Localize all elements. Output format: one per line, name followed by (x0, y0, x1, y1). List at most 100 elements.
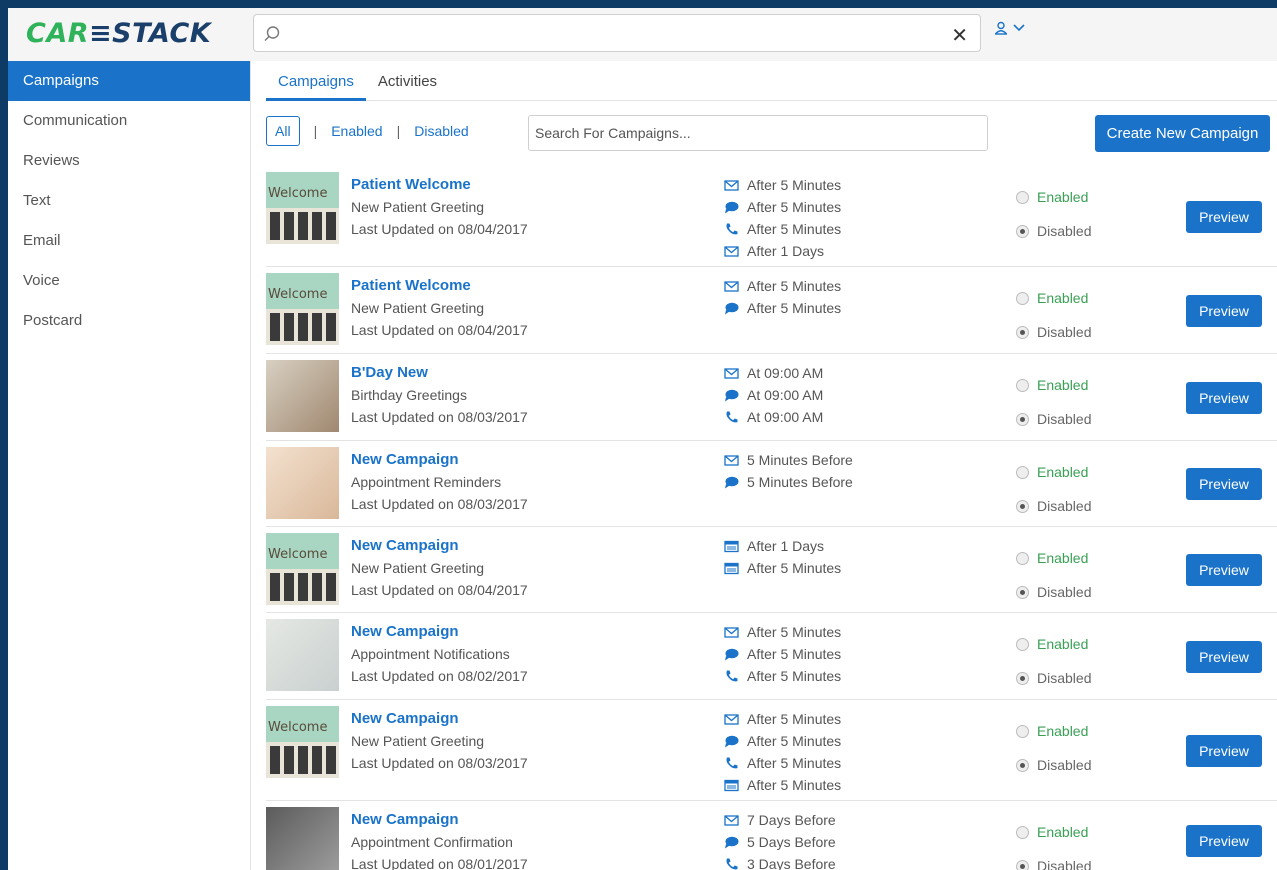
user-menu[interactable] (994, 21, 1025, 35)
radio-button[interactable] (1016, 378, 1029, 392)
campaign-title-link[interactable]: Patient Welcome (351, 275, 528, 297)
campaign-title-link[interactable]: New Campaign (351, 449, 528, 471)
global-search-input[interactable]: ✕ (253, 14, 981, 52)
sidebar-item-campaigns[interactable]: Campaigns (8, 61, 250, 101)
radio-button[interactable] (1016, 671, 1029, 685)
filter-enabled-link[interactable]: Enabled (331, 123, 382, 139)
sidebar-item-text[interactable]: Text (8, 181, 250, 221)
schedule-text: After 5 Minutes (747, 624, 842, 640)
email-icon (724, 813, 747, 828)
enabled-radio[interactable]: Enabled (1016, 180, 1091, 214)
sidebar-item-reviews[interactable]: Reviews (8, 141, 250, 181)
preview-button[interactable]: Preview (1186, 554, 1262, 586)
email-icon (724, 453, 747, 468)
chat-icon (724, 475, 747, 490)
phone-icon (724, 410, 747, 425)
disabled-radio[interactable]: Disabled (1016, 748, 1091, 782)
thumbnail-caption: Welcome (268, 287, 328, 302)
sidebar-item-communication[interactable]: Communication (8, 101, 250, 141)
campaign-title-link[interactable]: B'Day New (351, 362, 528, 384)
enabled-radio[interactable]: Enabled (1016, 714, 1091, 748)
filter-disabled-link[interactable]: Disabled (414, 123, 468, 139)
radio-button[interactable] (1016, 859, 1029, 870)
campaign-title-link[interactable]: Patient Welcome (351, 174, 528, 196)
radio-button[interactable] (1016, 724, 1029, 738)
campaign-last-updated: Last Updated on 08/03/2017 (351, 755, 528, 771)
schedule-text: 5 Minutes Before (747, 474, 853, 490)
disabled-radio[interactable]: Disabled (1016, 489, 1091, 523)
radio-button[interactable] (1016, 825, 1029, 839)
campaign-last-updated: Last Updated on 08/04/2017 (351, 221, 528, 237)
preview-button[interactable]: Preview (1186, 825, 1262, 857)
thumbnail-caption: Welcome (268, 547, 328, 562)
preview-button[interactable]: Preview (1186, 382, 1262, 414)
campaign-title-link[interactable]: New Campaign (351, 535, 528, 557)
preview-button[interactable]: Preview (1186, 641, 1262, 673)
filter-bar: All | Enabled | Disabled (266, 115, 469, 147)
enabled-radio[interactable]: Enabled (1016, 368, 1091, 402)
preview-button[interactable]: Preview (1186, 468, 1262, 500)
campaign-title-link[interactable]: New Campaign (351, 809, 528, 831)
tab-activities[interactable]: Activities (366, 61, 449, 101)
radio-button[interactable] (1016, 551, 1029, 565)
close-icon[interactable]: ✕ (951, 23, 968, 48)
preview-button[interactable]: Preview (1186, 201, 1262, 233)
radio-button[interactable] (1016, 465, 1029, 479)
radio-button[interactable] (1016, 291, 1029, 305)
schedule-item: After 5 Minutes (724, 218, 841, 240)
enabled-radio[interactable]: Enabled (1016, 541, 1091, 575)
campaign-type: New Patient Greeting (351, 199, 485, 215)
create-new-campaign-button[interactable]: Create New Campaign (1095, 115, 1270, 152)
disabled-label: Disabled (1037, 324, 1092, 340)
radio-button[interactable] (1016, 637, 1029, 651)
filter-all-button[interactable]: All (266, 116, 300, 146)
disabled-radio[interactable]: Disabled (1016, 402, 1091, 436)
radio-button[interactable] (1016, 758, 1029, 772)
disabled-label: Disabled (1037, 223, 1092, 239)
app-window: CAR≡STACK ✕ Campaigns Communication Review… (8, 8, 1277, 870)
radio-button[interactable] (1016, 224, 1029, 238)
radio-button[interactable] (1016, 412, 1029, 426)
disabled-radio[interactable]: Disabled (1016, 661, 1091, 695)
campaign-thumbnail (266, 619, 339, 691)
sidebar-item-voice[interactable]: Voice (8, 261, 250, 301)
radio-button[interactable] (1016, 190, 1029, 204)
disabled-radio[interactable]: Disabled (1016, 315, 1091, 349)
tab-campaigns[interactable]: Campaigns (266, 61, 366, 101)
disabled-label: Disabled (1037, 858, 1092, 870)
campaign-thumbnail: Welcome (266, 533, 339, 605)
campaign-row: New Campaign Appointment Reminders Last … (266, 441, 1277, 527)
radio-button[interactable] (1016, 585, 1029, 599)
disabled-radio[interactable]: Disabled (1016, 214, 1091, 248)
disabled-radio[interactable]: Disabled (1016, 849, 1091, 870)
schedule-item: After 1 Days (724, 535, 841, 557)
preview-button[interactable]: Preview (1186, 295, 1262, 327)
search-icon (264, 26, 280, 41)
schedule-text: After 5 Minutes (747, 711, 842, 727)
disabled-radio[interactable]: Disabled (1016, 575, 1091, 609)
chat-icon (724, 647, 747, 662)
radio-button[interactable] (1016, 499, 1029, 513)
preview-button[interactable]: Preview (1186, 735, 1262, 767)
enabled-label: Enabled (1037, 636, 1089, 652)
disabled-label: Disabled (1037, 411, 1092, 427)
radio-button[interactable] (1016, 325, 1029, 339)
sidebar-item-postcard[interactable]: Postcard (8, 301, 250, 341)
enabled-label: Enabled (1037, 550, 1089, 566)
carestack-logo[interactable]: CAR≡STACK (26, 18, 211, 49)
campaign-title-link[interactable]: New Campaign (351, 621, 528, 643)
campaign-title-link[interactable]: New Campaign (351, 708, 528, 730)
enabled-radio[interactable]: Enabled (1016, 627, 1091, 661)
enabled-radio[interactable]: Enabled (1016, 815, 1091, 849)
enabled-radio[interactable]: Enabled (1016, 455, 1091, 489)
campaign-search-input[interactable] (528, 115, 988, 151)
campaign-row: B'Day New Birthday Greetings Last Update… (266, 354, 1277, 441)
campaign-last-updated: Last Updated on 08/02/2017 (351, 668, 528, 684)
schedule-item: 3 Days Before (724, 853, 836, 870)
schedule-item: 5 Minutes Before (724, 471, 853, 493)
campaign-schedule: At 09:00 AM At 09:00 AM At 09:00 AM (724, 362, 823, 428)
sidebar-item-email[interactable]: Email (8, 221, 250, 261)
postcard-icon (724, 778, 747, 793)
schedule-text: After 5 Minutes (747, 777, 842, 793)
enabled-radio[interactable]: Enabled (1016, 281, 1091, 315)
